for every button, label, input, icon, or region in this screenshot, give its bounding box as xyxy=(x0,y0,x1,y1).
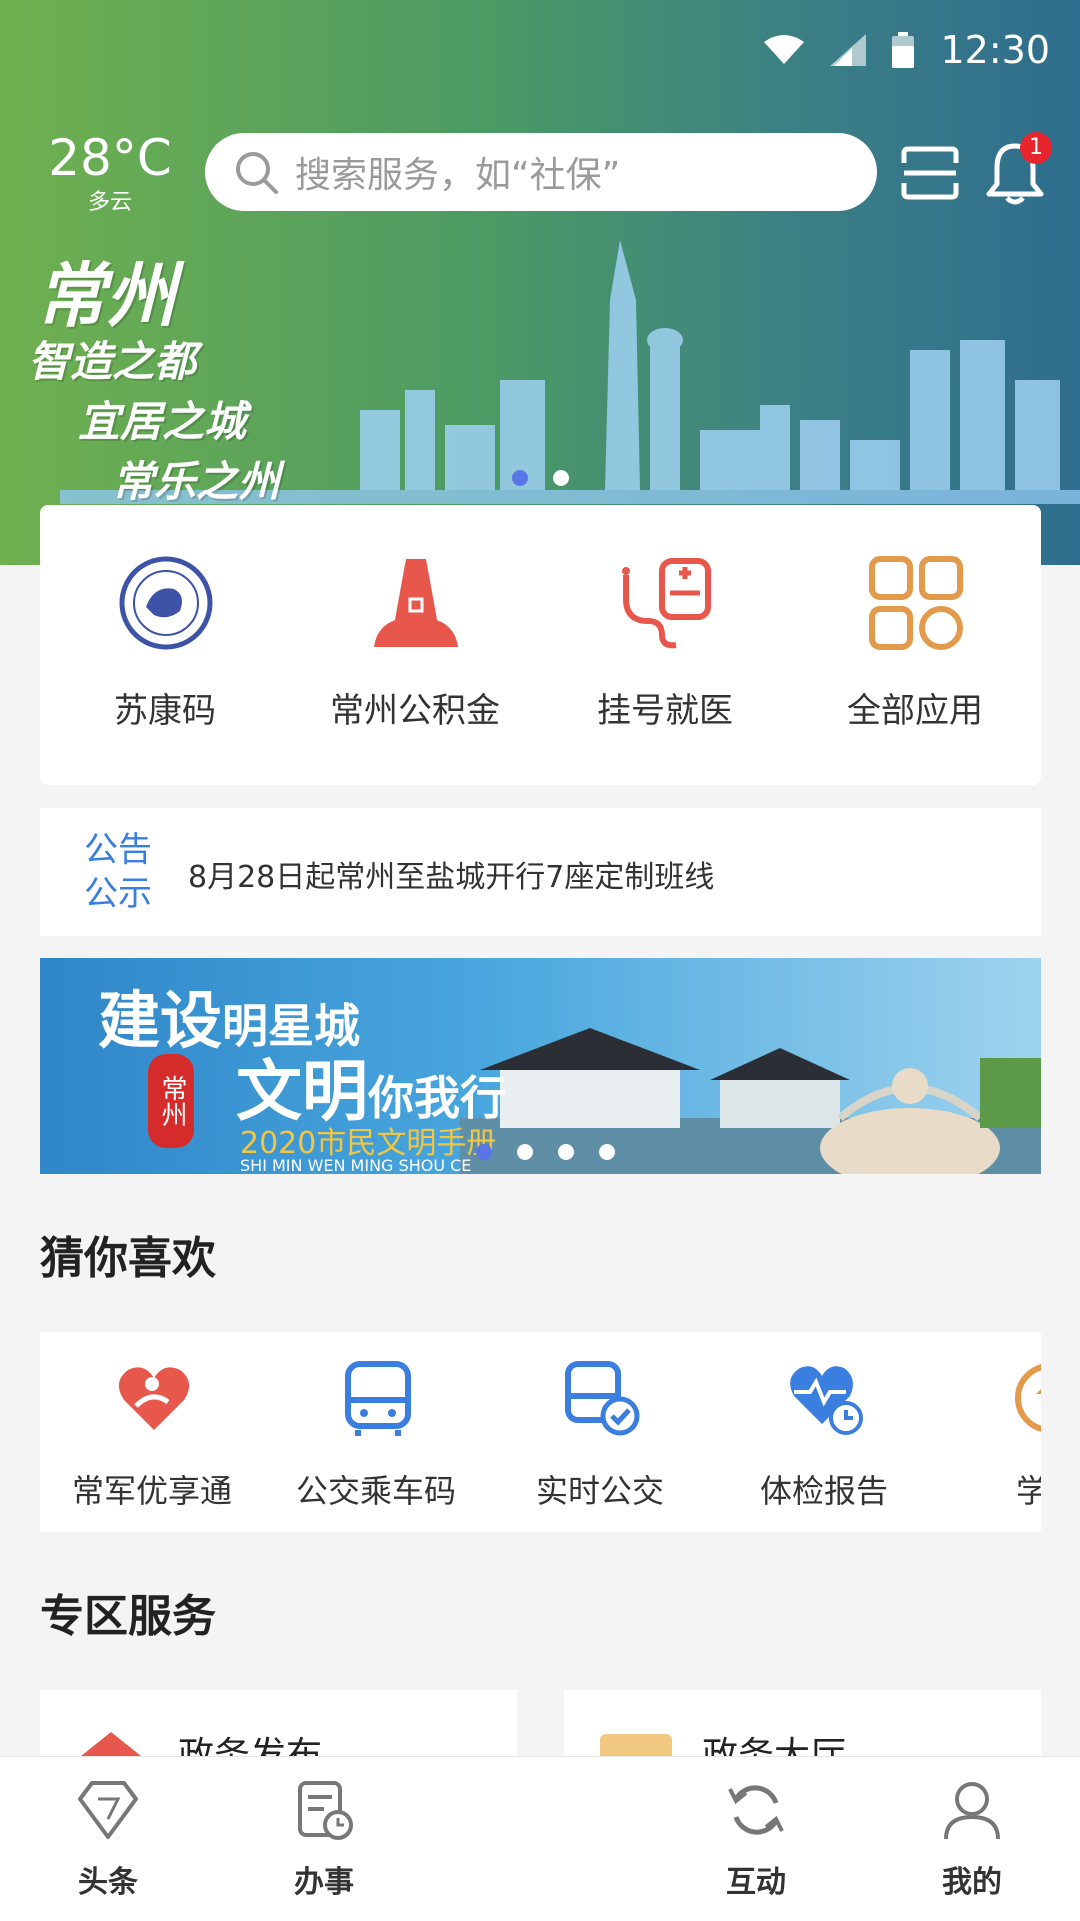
fav-label: 体检报告 xyxy=(759,1472,888,1510)
app-sukang-code[interactable]: 苏康码 xyxy=(40,505,290,785)
search-icon xyxy=(236,152,278,194)
fav-item-military[interactable]: 常军优享通 xyxy=(40,1332,264,1532)
fav-label: 实时公交 xyxy=(535,1472,664,1510)
notification-badge: 1 xyxy=(1020,132,1052,164)
app-label: 苏康码 xyxy=(114,691,216,731)
favorites-row: 常军优享通 公交乘车码 实时公交 体检报告 学 xyxy=(40,1332,1041,1532)
housing-fund-icon xyxy=(374,559,458,647)
fav-item-school-district[interactable]: 学区 xyxy=(936,1332,1041,1532)
app-label: 全部应用 xyxy=(847,691,983,731)
fav-label: 公交乘车码 xyxy=(295,1472,456,1510)
realtime-bus-check-icon xyxy=(565,1361,640,1436)
banner-slogan-3: 常乐之州 xyxy=(112,457,281,506)
weather-widget[interactable]: 28°C 多云 xyxy=(40,128,180,218)
weather-condition: 多云 xyxy=(87,190,132,215)
banner-city-title: 常州 xyxy=(36,254,176,337)
fav-label: 常军优享通 xyxy=(71,1472,232,1510)
status-bar: 12:30 xyxy=(764,28,1050,72)
fav-label: 学区 xyxy=(1015,1472,1041,1510)
tab-center[interactable] xyxy=(432,1757,648,1921)
status-time: 12:30 xyxy=(940,28,1050,72)
app-medical-registration[interactable]: 挂号就医 xyxy=(540,505,790,785)
app-all-apps[interactable]: 全部应用 xyxy=(790,505,1040,785)
notice-bar[interactable]: 公告 公示 8月28日起常州至盐城开行7座定制班线 xyxy=(40,808,1041,936)
wifi-icon xyxy=(764,35,805,64)
health-check-heart-icon xyxy=(790,1366,863,1435)
notice-tag: 公告 公示 xyxy=(84,830,152,914)
weather-temperature: 28°C xyxy=(48,129,172,187)
signal-icon xyxy=(830,34,867,66)
app-housing-fund[interactable]: 常州公积金 xyxy=(290,505,540,785)
search-placeholder: 搜索服务，如“社保” xyxy=(295,155,621,196)
banner-slogan-1: 智造之都 xyxy=(28,337,197,386)
bottom-tab-bar: 头条 办事 互动 我的 xyxy=(0,1756,1080,1921)
stethoscope-medical-icon xyxy=(622,558,711,649)
tab-label: 头条 xyxy=(78,1865,138,1900)
fav-item-bus-code[interactable]: 公交乘车码 xyxy=(264,1332,488,1532)
banner-slogan-2: 宜居之城 xyxy=(78,397,247,446)
quick-apps-card: 苏康码 常州公积金 挂号就医 全部应用 xyxy=(40,505,1041,785)
app-label: 常州公积金 xyxy=(330,691,500,731)
school-district-icon xyxy=(1015,1364,1041,1432)
bus-icon xyxy=(345,1361,411,1436)
fav-item-health-report[interactable]: 体检报告 xyxy=(712,1332,936,1532)
tab-label: 办事 xyxy=(294,1865,354,1900)
app-label: 挂号就医 xyxy=(597,691,733,731)
fav-item-realtime-bus[interactable]: 实时公交 xyxy=(488,1332,712,1532)
battery-icon xyxy=(892,32,915,68)
all-apps-grid-icon xyxy=(869,556,963,650)
tab-headlines[interactable]: 头条 xyxy=(0,1757,216,1921)
military-heart-icon xyxy=(118,1367,190,1430)
refresh-interaction-icon xyxy=(728,1785,784,1835)
section-title-favorites: 猜你喜欢 xyxy=(40,1233,216,1284)
notice-text: 8月28日起常州至盐城开行7座定制班线 xyxy=(188,860,715,895)
carousel-dot[interactable] xyxy=(558,1144,574,1160)
search-input[interactable]: 搜索服务，如“社保” xyxy=(205,133,877,211)
diamond-headline-icon xyxy=(78,1781,138,1839)
scan-icon[interactable] xyxy=(900,145,960,201)
promo-line4: SHI MIN WEN MING SHOU CE xyxy=(240,1156,472,1174)
tab-interaction[interactable]: 互动 xyxy=(648,1757,864,1921)
carousel-dot[interactable] xyxy=(599,1144,615,1160)
carousel-dot[interactable] xyxy=(517,1144,533,1160)
section-title-zones: 专区服务 xyxy=(40,1591,216,1642)
sukang-code-seal-icon xyxy=(119,556,213,650)
tab-label: 我的 xyxy=(942,1865,1002,1900)
carousel-dot-active[interactable] xyxy=(512,470,528,486)
tab-label: 互动 xyxy=(726,1865,786,1900)
tab-services[interactable]: 办事 xyxy=(216,1757,432,1921)
promo-seal: 常州 xyxy=(148,1054,194,1148)
document-clock-icon xyxy=(298,1781,353,1840)
carousel-dot-active[interactable] xyxy=(476,1144,492,1160)
carousel-dot[interactable] xyxy=(553,470,569,486)
user-profile-icon xyxy=(944,1782,1000,1840)
water-town-illustration xyxy=(460,1028,1041,1174)
promo-banner[interactable]: 建设明星城 常州 文明你我行 2020市民文明手册 SHI MIN WEN MI… xyxy=(40,958,1041,1174)
city-skyline-illustration xyxy=(360,240,1060,490)
tab-me[interactable]: 我的 xyxy=(864,1757,1080,1921)
